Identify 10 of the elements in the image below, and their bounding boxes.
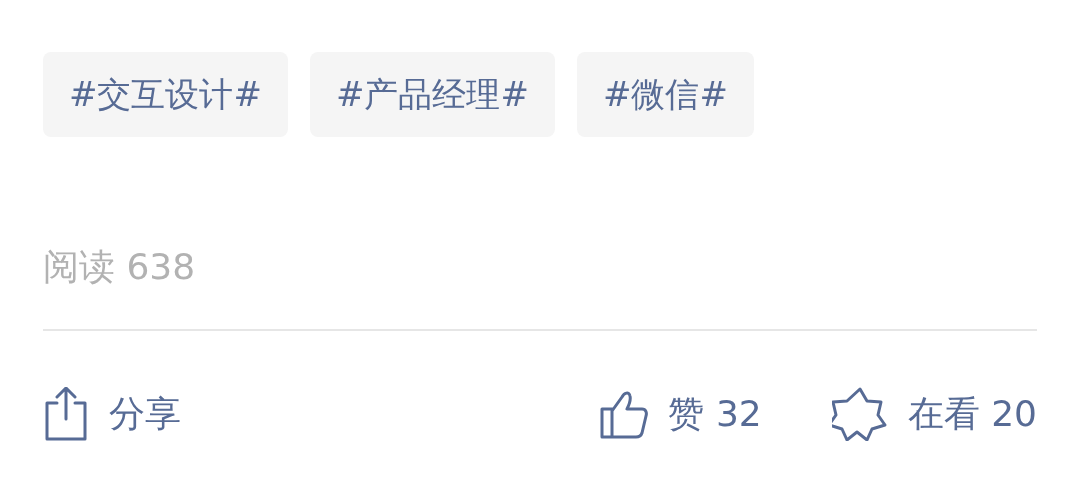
watching-count[interactable]: 在看 20 xyxy=(907,389,1037,439)
read-count: 阅读 638 xyxy=(43,245,197,289)
topic-tag[interactable]: #微信# xyxy=(576,52,754,137)
star-icon[interactable] xyxy=(831,387,888,441)
topic-tag[interactable]: #交互设计# xyxy=(43,52,288,137)
share-label[interactable]: 分享 xyxy=(109,389,181,439)
like-count[interactable]: 赞 32 xyxy=(668,389,762,439)
topic-tag[interactable]: #产品经理# xyxy=(310,52,555,137)
share-icon[interactable] xyxy=(43,387,89,441)
thumbs-up-icon[interactable] xyxy=(600,389,649,439)
